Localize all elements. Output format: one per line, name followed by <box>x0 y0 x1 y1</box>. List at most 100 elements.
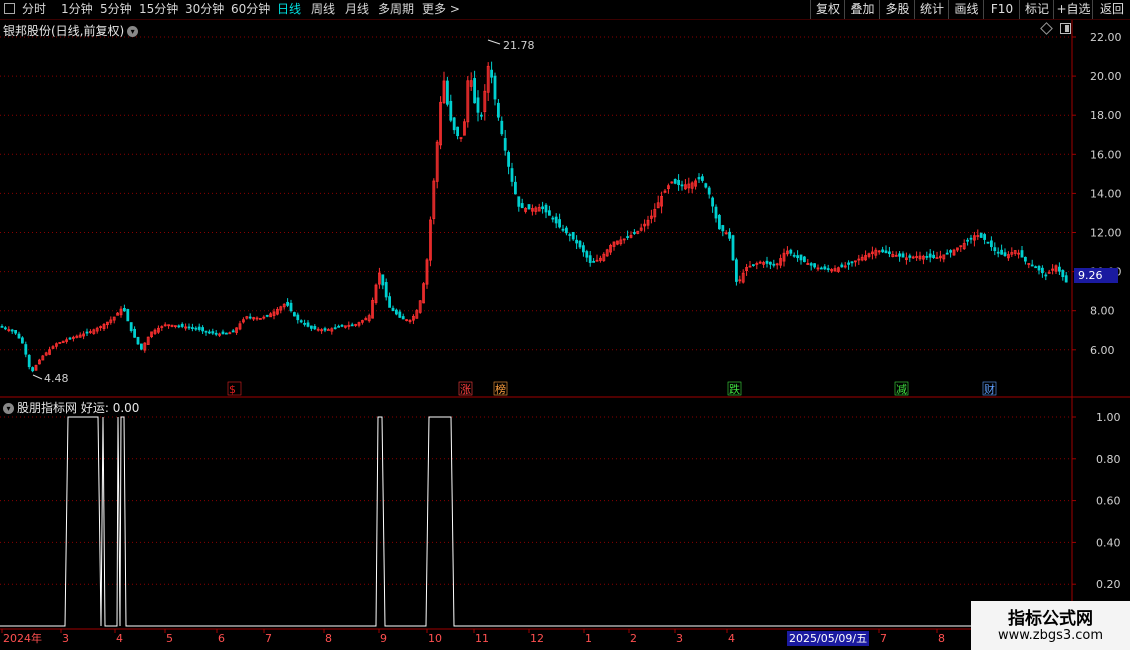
candle-body <box>313 326 317 330</box>
candle-body <box>908 255 912 258</box>
candle-body <box>14 329 18 334</box>
candle-body <box>633 232 636 234</box>
candle-body <box>231 330 235 333</box>
main-chart-title: 银邦股份(日线,前复权) ▾ <box>3 22 139 39</box>
candle-body <box>799 254 803 261</box>
candle-body <box>1020 250 1024 258</box>
candle-body <box>826 268 830 270</box>
indicator-value: 0.00 <box>112 401 140 415</box>
candle-body <box>503 138 507 151</box>
event-mark: 涨 <box>460 383 471 396</box>
time-tick-label: 11 <box>475 632 489 645</box>
candle-body <box>935 257 939 259</box>
candle-body <box>1041 267 1044 274</box>
candle-body <box>881 249 884 253</box>
candle-body <box>27 354 31 368</box>
candle-body <box>969 237 973 240</box>
grid-lines <box>0 36 1076 585</box>
candle-body <box>680 184 684 187</box>
candle-body <box>571 231 575 240</box>
time-tick-label: 8 <box>938 632 945 645</box>
candle-body <box>721 225 725 232</box>
candle-body <box>1058 266 1061 272</box>
candle-body <box>456 126 460 137</box>
candle-body <box>398 311 402 318</box>
candle-body <box>847 262 850 265</box>
panel-toggle-icon[interactable] <box>1060 23 1071 34</box>
stock-title: 银邦股份(日线,前复权) <box>3 24 125 38</box>
indicator-signal-line <box>0 416 1072 627</box>
candle-body <box>1064 275 1068 283</box>
high-price-label: 21.78 <box>503 39 535 52</box>
candle-body <box>544 204 548 213</box>
candle-body <box>129 322 133 332</box>
chevron-down-icon[interactable]: ▾ <box>127 26 139 37</box>
candle-body <box>496 102 500 118</box>
candle-body <box>707 187 711 195</box>
candle-body <box>772 263 776 266</box>
time-tick-label: 1 <box>585 632 592 645</box>
price-tick-label: 12.00 <box>1090 227 1122 240</box>
price-annotations: 21.78 4.48 <box>32 39 535 385</box>
candle-body <box>840 264 844 268</box>
candle-body <box>4 327 7 330</box>
candle-body <box>769 261 772 265</box>
time-tick-label: 4 <box>116 632 123 645</box>
candle-body <box>554 216 558 224</box>
candle-body <box>350 324 354 327</box>
time-tick-label: 7 <box>880 632 887 645</box>
kline-chart[interactable]: 22.00 20.00 18.00 16.00 14.00 12.00 1 0.00 8.00 6… <box>0 0 1130 650</box>
candle-body <box>248 316 252 319</box>
candle-body <box>190 327 194 329</box>
candle-body <box>949 250 952 253</box>
candle-body <box>507 152 511 167</box>
candle-body <box>514 181 517 195</box>
candle-body <box>1024 256 1027 262</box>
candle-body <box>1003 252 1007 256</box>
candle-body <box>673 179 677 184</box>
candle-body <box>789 249 793 254</box>
candle-body <box>333 327 337 330</box>
candle-body <box>449 100 453 121</box>
current-price-tag: 9.26 <box>1074 268 1118 283</box>
candle-body <box>452 117 456 131</box>
candle-body <box>510 168 514 182</box>
candle-body <box>177 325 181 328</box>
candle-body <box>194 327 198 330</box>
candle-body <box>384 282 388 298</box>
candle-body <box>476 97 480 113</box>
candle-body <box>588 255 592 263</box>
indicator-tick-label: 0.60 <box>1096 495 1121 508</box>
candle-body <box>697 177 701 180</box>
candle-body <box>0 325 4 328</box>
time-tick-label: 3 <box>676 632 683 645</box>
candle-body <box>731 235 735 261</box>
indicator-source-name: 股朋指标网 <box>17 401 78 415</box>
candle-body <box>500 120 504 135</box>
candle-body <box>585 251 589 258</box>
event-mark: 减 <box>896 383 907 396</box>
chevron-down-icon[interactable]: ▾ <box>3 403 14 414</box>
candle-body <box>126 309 130 322</box>
candle-body <box>792 254 796 257</box>
candle-body <box>401 316 405 320</box>
candle-body <box>493 75 497 100</box>
indicator-tick-label: 0.20 <box>1096 578 1121 591</box>
price-tick-label: 6.00 <box>1090 344 1115 357</box>
candle-body <box>490 69 494 78</box>
indicator-label: 好运: <box>80 401 109 415</box>
candle-body <box>207 331 211 334</box>
candle-body <box>265 314 269 317</box>
candle-body <box>728 231 731 239</box>
indicator-tick-label: 1.00 <box>1096 411 1121 424</box>
candle-body <box>813 263 816 268</box>
candle-body <box>561 228 565 231</box>
candle-body <box>479 114 483 117</box>
candle-body <box>303 322 307 325</box>
candle-body <box>31 367 35 372</box>
price-tick-label: 14.00 <box>1090 187 1122 200</box>
candle-body <box>197 326 201 330</box>
candle-body <box>289 302 293 312</box>
candle-body <box>10 329 14 332</box>
candle-body <box>735 259 738 282</box>
